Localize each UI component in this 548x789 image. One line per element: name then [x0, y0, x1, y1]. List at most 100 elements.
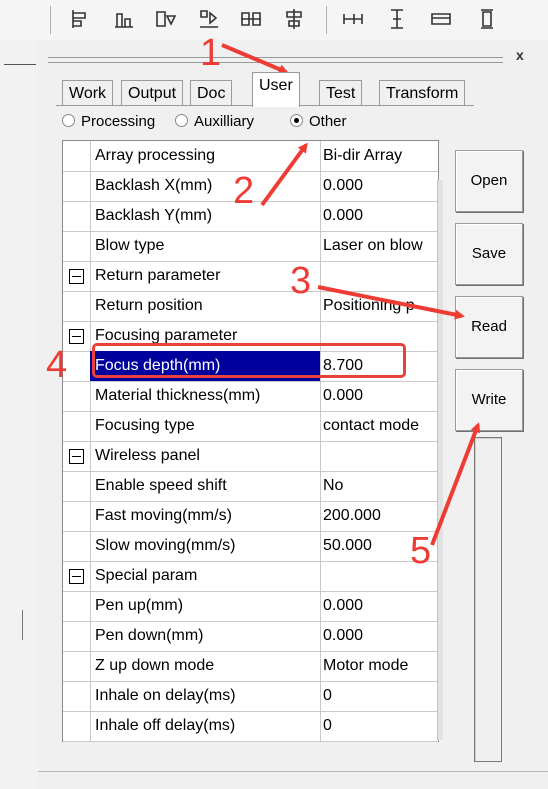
button-panel-strip — [474, 437, 502, 762]
property-group-row[interactable]: Special param — [63, 561, 438, 592]
property-row[interactable]: Inhale off delay(ms) 0 — [63, 711, 438, 742]
annotation-number-1: 1 — [200, 32, 222, 74]
property-grid: Array processing Bi-dir Array Backlash X(m… — [62, 140, 439, 742]
align-center-both-icon[interactable] — [240, 8, 262, 30]
write-button[interactable]: Write — [455, 369, 523, 431]
property-value[interactable]: 0 — [317, 711, 431, 741]
same-width-icon[interactable] — [342, 8, 364, 30]
property-name: Inhale off delay(ms) — [90, 711, 321, 741]
align-center-v-icon[interactable] — [155, 8, 177, 30]
annotation-number-2: 2 — [233, 170, 255, 212]
tab-user[interactable]: User — [252, 72, 300, 107]
annotation-number-5: 5 — [410, 530, 432, 572]
property-row[interactable]: Z up down mode Motor mode — [63, 651, 438, 682]
property-row[interactable]: Fast moving(mm/s) 200.000 — [63, 501, 438, 532]
tab-doc[interactable]: Doc — [190, 80, 233, 106]
collapse-icon[interactable] — [69, 449, 84, 464]
tab-output[interactable]: Output — [121, 80, 184, 106]
property-row[interactable]: Pen up(mm) 0.000 — [63, 591, 438, 622]
property-name: Enable speed shift — [90, 471, 321, 501]
same-height-icon[interactable] — [386, 8, 408, 30]
row-gutter — [63, 651, 91, 681]
row-gutter — [63, 681, 91, 711]
panel-title-bar[interactable] — [48, 57, 503, 63]
property-row[interactable]: Focusing type contact mode — [63, 411, 438, 442]
property-value[interactable]: 0.000 — [317, 381, 431, 411]
row-gutter — [63, 231, 91, 261]
panel-close-icon[interactable]: x — [516, 47, 524, 63]
property-name: Fast moving(mm/s) — [90, 501, 321, 531]
row-gutter — [63, 621, 91, 651]
property-group-row[interactable]: Wireless panel — [63, 441, 438, 472]
save-button[interactable]: Save — [455, 223, 523, 285]
radio-dot — [175, 114, 188, 127]
radio-label: Auxilliary — [194, 113, 255, 130]
radio-other[interactable]: Other — [290, 111, 347, 133]
collapse-icon[interactable] — [69, 329, 84, 344]
property-name: Backlash X(mm) — [90, 171, 321, 201]
same-size-icon[interactable] — [430, 8, 452, 30]
collapse-icon[interactable] — [69, 569, 84, 584]
property-row[interactable]: Return position Positioning p — [63, 291, 438, 322]
property-value[interactable] — [317, 261, 431, 291]
property-value[interactable]: 0.000 — [317, 621, 431, 651]
property-name: Return parameter — [90, 261, 321, 291]
radio-auxilliary[interactable]: Auxilliary — [175, 111, 254, 133]
property-name: Pen down(mm) — [90, 621, 321, 651]
collapse-icon[interactable] — [69, 269, 84, 284]
property-value[interactable]: 0 — [317, 681, 431, 711]
toolbar-separator — [50, 6, 51, 34]
align-bottom-icon[interactable] — [113, 8, 135, 30]
property-value[interactable]: Laser on blow — [317, 231, 431, 261]
row-gutter — [63, 471, 91, 501]
property-value[interactable]: No — [317, 471, 431, 501]
property-row[interactable]: Enable speed shift No — [63, 471, 438, 502]
property-name: Return position — [90, 291, 321, 321]
radio-dot-checked — [290, 114, 303, 127]
property-value[interactable]: Motor mode — [317, 651, 431, 681]
property-name: Special param — [90, 561, 321, 591]
row-gutter — [63, 711, 91, 741]
property-name: Pen up(mm) — [90, 591, 321, 621]
property-value[interactable]: 200.000 — [317, 501, 431, 531]
property-value[interactable]: Positioning p — [317, 291, 431, 321]
align-left-icon[interactable] — [70, 8, 92, 30]
row-gutter — [63, 351, 91, 381]
row-gutter — [63, 501, 91, 531]
row-gutter — [63, 591, 91, 621]
radio-processing[interactable]: Processing — [62, 111, 162, 133]
tab-transform[interactable]: Transform — [379, 80, 466, 106]
property-row[interactable]: Pen down(mm) 0.000 — [63, 621, 438, 652]
property-value[interactable]: 0.000 — [317, 171, 431, 201]
property-row[interactable]: Blow type Laser on blow — [63, 231, 438, 262]
align-middle-icon[interactable] — [283, 8, 305, 30]
row-gutter — [63, 411, 91, 441]
property-row[interactable]: Slow moving(mm/s) 50.000 — [63, 531, 438, 562]
radio-label: Processing — [81, 113, 156, 130]
property-row[interactable]: Array processing Bi-dir Array — [63, 141, 438, 172]
property-name: Array processing — [90, 141, 321, 171]
row-gutter — [63, 201, 91, 231]
read-button[interactable]: Read — [455, 296, 523, 358]
property-value[interactable]: 0.000 — [317, 201, 431, 231]
property-value[interactable]: 0.000 — [317, 591, 431, 621]
focus-depth-highlight — [92, 343, 406, 378]
property-value[interactable]: contact mode — [317, 411, 431, 441]
align-center-h-icon[interactable] — [198, 8, 220, 30]
property-group-row[interactable]: Return parameter — [63, 261, 438, 292]
property-value[interactable]: Bi-dir Array — [317, 141, 431, 171]
annotation-number-3: 3 — [290, 260, 312, 302]
property-row[interactable]: Material thickness(mm) 0.000 — [63, 381, 438, 412]
equal-spacing-icon[interactable] — [476, 8, 498, 30]
annotation-number-4: 4 — [46, 344, 68, 386]
radio-label: Other — [309, 113, 347, 130]
open-button[interactable]: Open — [455, 150, 523, 212]
row-gutter — [63, 291, 91, 321]
property-row[interactable]: Inhale on delay(ms) 0 — [63, 681, 438, 712]
left-ruler — [0, 40, 38, 789]
tab-work[interactable]: Work — [62, 80, 114, 106]
property-value[interactable] — [317, 441, 431, 471]
grid-scrollbar[interactable] — [437, 180, 443, 740]
ruler-line — [4, 64, 36, 65]
tab-test[interactable]: Test — [319, 80, 363, 106]
